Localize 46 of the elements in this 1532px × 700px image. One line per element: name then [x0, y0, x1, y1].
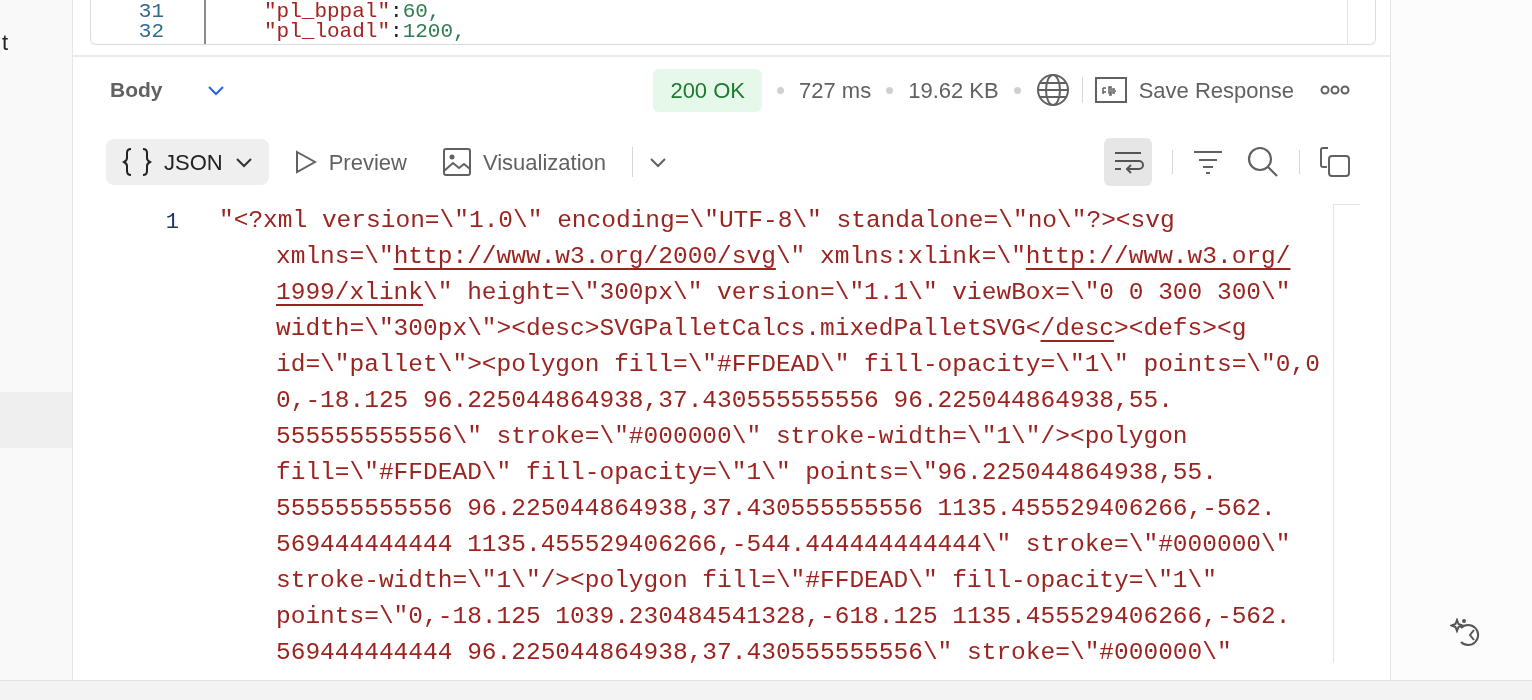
code-line: id=\"pallet\"><polygon fill=\"#FFDEAD\" fill-opacity=\"1\" points=\"0,0	[275, 350, 1321, 380]
copy-icon[interactable]	[1320, 147, 1350, 177]
example-icon	[1094, 77, 1127, 103]
code-line: points=\"0,-18.125 1039.230484541328,-618.125 1135.455529406266,-562.	[275, 602, 1292, 632]
more-icon[interactable]	[1320, 84, 1350, 96]
code-link[interactable]: /desc	[1040, 315, 1115, 342]
save-response-button[interactable]: Save Response	[1094, 73, 1294, 107]
view-tab[interactable]: Preview	[284, 139, 417, 185]
code-line: 569444444444 1135.455529406266,-544.444444444444\" stroke=\"#000000\"	[275, 530, 1292, 560]
chevron-down-icon[interactable]	[206, 84, 225, 96]
filter-icon[interactable]	[1193, 149, 1223, 175]
chevron-down-icon	[234, 156, 253, 168]
code-line: fill=\"#FFDEAD\" fill-opacity=\"1\" points=\"96.225044864938,55.	[275, 458, 1218, 488]
code-editor[interactable]: 31 32 "pl_bppal":60, "pl_loadl":1200,	[90, 0, 1376, 45]
view-tab[interactable]: JSON	[106, 139, 269, 185]
braces-icon	[122, 147, 152, 177]
body-label: Body	[110, 77, 163, 104]
line-number: 1	[165, 209, 179, 237]
play-icon	[294, 150, 317, 174]
scrollbar-track[interactable]	[1333, 204, 1360, 663]
code-link[interactable]: http://www.w3.org/2000/svg	[393, 243, 776, 270]
globe-icon[interactable]	[1035, 73, 1070, 107]
code-line: 0,-18.125 96.225044864938,37.430555555556 96.225044864938,55.	[275, 386, 1174, 416]
code-line: 569444444444 96.225044864938,37.430555555556\" stroke=\"#000000\"	[275, 638, 1233, 668]
view-tab[interactable]: Visualization	[432, 139, 617, 185]
code-line: 555555555556 96.225044864938,37.430555555556 1135.455529406266,-562.	[275, 494, 1277, 524]
code-line: 555555555556\" stroke=\"#000000\" stroke-width=\"1\"/><polygon	[275, 422, 1189, 452]
status-badge: 200 OK	[653, 68, 762, 112]
line-number: 31	[138, 2, 164, 22]
code-line: width=\"300px\"><desc>SVGPalletCalcs.mixedPalletSVG</desc><defs><g	[275, 314, 1248, 344]
response-size: 19.62 KB	[908, 76, 999, 105]
word-wrap-toggle[interactable]	[1104, 138, 1152, 186]
code-link[interactable]: http://www.w3.org/	[1025, 243, 1291, 270]
response-time: 727 ms	[799, 76, 872, 105]
code-line: "pl_loadl":1200,	[264, 22, 467, 42]
code-line: xmlns=\"http://www.w3.org/2000/svg\" xmlns:xlink=\"http://www.w3.org/	[275, 242, 1292, 272]
code-line: "<?xml version=\"1.0\" encoding=\"UTF-8\" standalone=\"no\"?><svg	[219, 206, 1176, 236]
code-link[interactable]: 1999/xlink	[276, 279, 424, 306]
line-number: 32	[138, 22, 164, 42]
code-line: 1999/xlink\" height=\"300px\" version=\"1.1\" viewBox=\"0 0 300 300\"	[275, 278, 1292, 308]
image-icon	[442, 148, 471, 176]
code-line: stroke-width=\"1\"/><polygon fill=\"#FFDEAD\" fill-opacity=\"1\"	[275, 566, 1218, 596]
chevron-down-icon[interactable]	[649, 156, 668, 168]
code-line: "pl_bppal":60,	[264, 2, 442, 22]
sidebar-item[interactable]: t	[0, 14, 72, 70]
search-icon[interactable]	[1247, 146, 1279, 178]
